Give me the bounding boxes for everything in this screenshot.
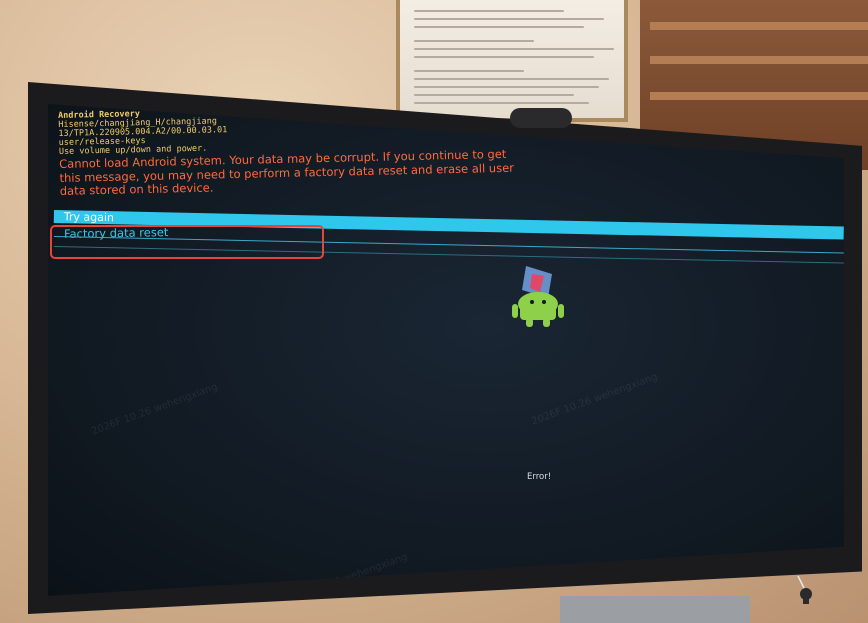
recovery-header: Android Recovery Hisense/changjiang_H/ch…: [58, 102, 514, 198]
menu-item-label: Try again: [63, 210, 115, 225]
webcam-device: [510, 108, 572, 128]
tv-stand: [560, 596, 750, 623]
android-robot-icon: [512, 266, 564, 327]
red-highlight-box: [50, 225, 324, 259]
key-icon: [797, 575, 812, 604]
status-error-label: Error!: [527, 472, 552, 482]
